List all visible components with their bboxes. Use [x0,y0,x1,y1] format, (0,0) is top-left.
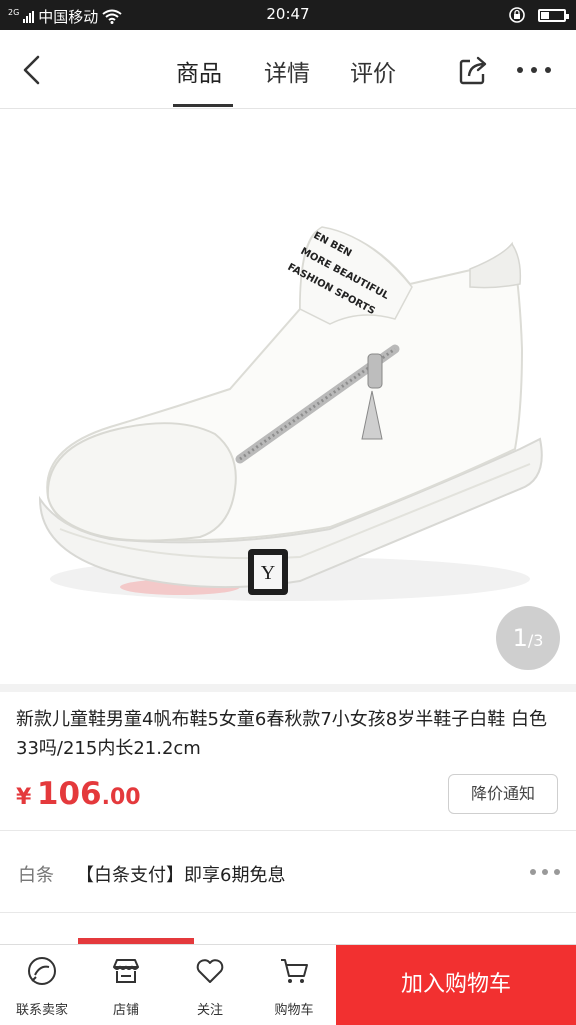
chevron-left-icon [23,55,40,85]
currency-symbol: ¥ [16,785,32,810]
more-horizontal-icon [517,67,551,73]
product-price: ¥ 106.00 [16,776,141,812]
divider [0,830,576,831]
bottom-bar: 联系卖家 店铺 关注 购物车 加入购物车 [0,944,576,1025]
rotation-lock-icon [509,7,525,23]
active-tab-indicator [173,104,233,107]
chat-icon [28,957,56,985]
product-title: 新款儿童鞋男童4帆布鞋5女童6春秋款7小女孩8岁半鞋子白鞋 白色 33吗/215… [16,709,547,759]
image-counter: 1/3 [496,606,560,670]
shoe-illustration: Y EN BEN MORE BEAUTIFUL FASHION SPORTS [38,226,543,601]
price-integer: 106 [36,776,102,812]
price-decimal: .00 [101,785,141,810]
share-button[interactable] [456,52,492,88]
clock: 20:47 [266,5,310,23]
price-drop-notify-button[interactable]: 降价通知 [448,774,558,814]
nav-bar: 商品 详情 评价 [0,30,576,109]
battery-icon [538,8,569,22]
divider [0,912,576,913]
share-icon [459,56,487,85]
divider [0,684,576,692]
image-counter-total: /3 [527,631,544,650]
tab-reviews[interactable]: 评价 [350,54,396,88]
svg-text:Y: Y [261,562,275,584]
image-counter-current: 1 [512,624,528,652]
contact-seller-button[interactable]: 联系卖家 [0,945,84,1025]
product-image[interactable]: Y EN BEN MORE BEAUTIFUL FASHION SPORTS 1… [0,109,576,681]
status-bar: 2G 中国移动 20:47 [0,0,576,30]
add-to-cart-button[interactable]: 加入购物车 [336,945,576,1025]
cart-button[interactable]: 购物车 [252,945,336,1025]
back-button[interactable] [14,52,50,88]
more-horizontal-icon[interactable] [528,866,562,878]
more-button[interactable] [514,58,554,82]
cart-icon [281,959,308,983]
store-button[interactable]: 店铺 [84,945,168,1025]
tab-goods[interactable]: 商品 [176,54,222,88]
baitiao-row[interactable]: 白条 【白条支付】即享6期免息 [0,840,576,904]
baitiao-text: 【白条支付】即享6期免息 [76,865,286,886]
follow-button[interactable]: 关注 [168,945,252,1025]
tab-details[interactable]: 详情 [264,54,310,88]
cart-label: 购物车 [274,1003,314,1018]
baitiao-label: 白条 [18,865,54,886]
store-icon [113,959,139,983]
contact-seller-label: 联系卖家 [15,1003,68,1018]
heart-icon [196,959,224,983]
store-label: 店铺 [112,1003,139,1018]
follow-label: 关注 [196,1003,223,1018]
